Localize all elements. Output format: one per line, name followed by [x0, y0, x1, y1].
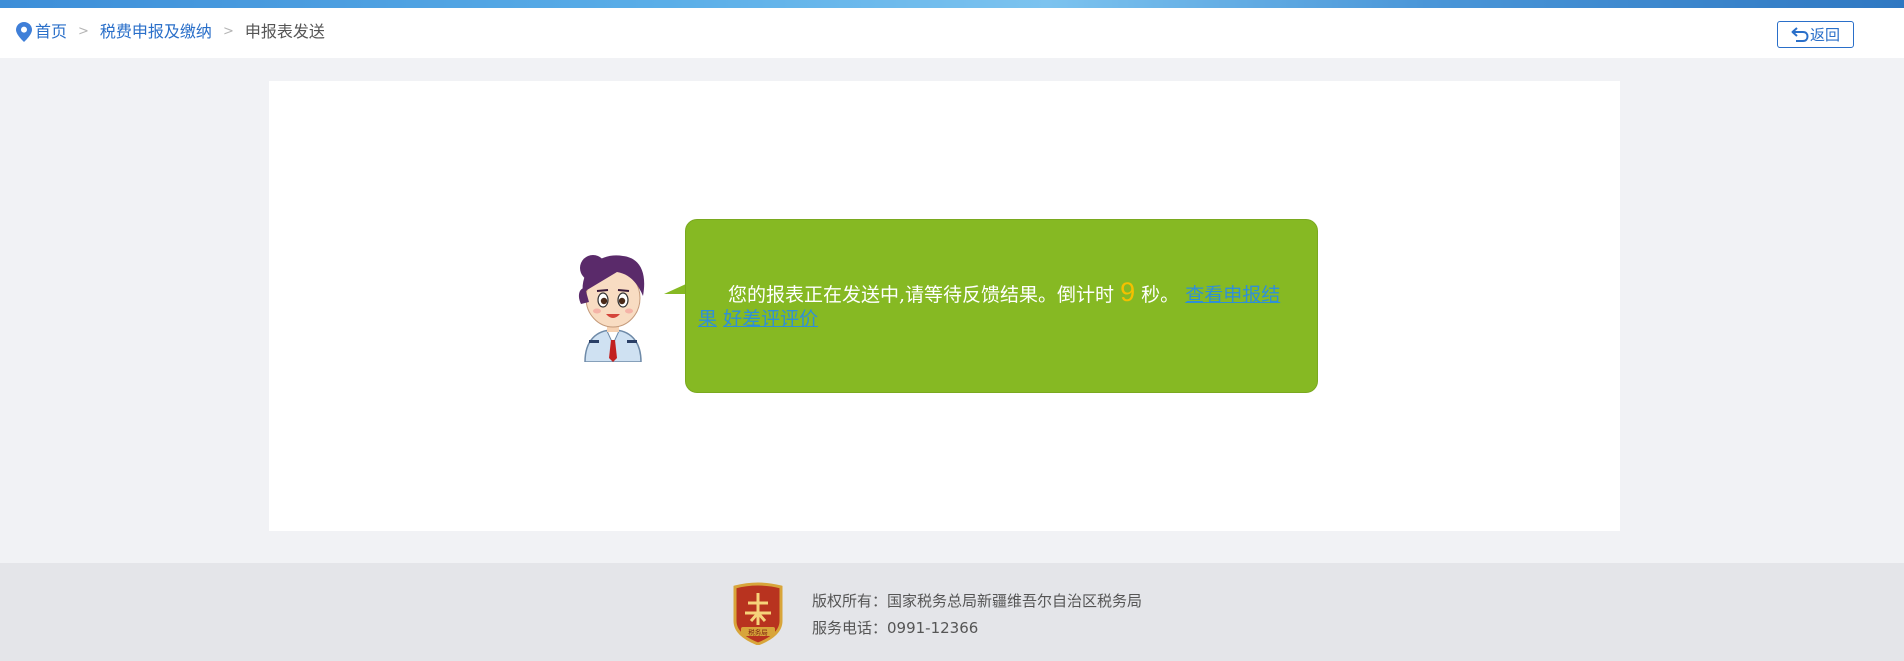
- service-phone-text: 服务电话：0991-12366: [812, 619, 979, 637]
- footer-info: 版权所有：国家税务总局新疆维吾尔自治区税务局 服务电话：0991-12366: [812, 588, 1142, 642]
- status-message: 您的报表正在发送中,请等待反馈结果。倒计时 9 秒。 查看申报结果 好差评评价: [698, 277, 1298, 331]
- countdown-seconds: 9: [1120, 277, 1136, 307]
- status-speech-bubble: 您的报表正在发送中,请等待反馈结果。倒计时 9 秒。 查看申报结果 好差评评价: [685, 219, 1318, 393]
- breadcrumb-separator: >: [78, 24, 89, 39]
- footer: 税务局 版权所有：国家税务总局新疆维吾尔自治区税务局 服务电话：0991-123…: [0, 563, 1904, 661]
- breadcrumb-tax-filing-link[interactable]: 税费申报及缴纳: [100, 22, 212, 42]
- breadcrumb-current: 申报表发送: [244, 22, 325, 41]
- status-message-text: 您的报表正在发送中,请等待反馈结果。倒计时: [728, 284, 1121, 306]
- status-message-suffix: 秒。: [1135, 284, 1186, 306]
- return-arrow-icon: [1791, 26, 1809, 42]
- top-banner: [0, 0, 1904, 8]
- evaluate-service-link[interactable]: 好差评评价: [723, 308, 818, 330]
- tax-officer-mascot-icon: [578, 255, 645, 362]
- breadcrumb-separator: >: [222, 24, 234, 39]
- breadcrumb-home-link[interactable]: 首页: [35, 22, 67, 42]
- copyright-text: 版权所有：国家税务总局新疆维吾尔自治区税务局: [812, 592, 1143, 610]
- tax-bureau-emblem-icon: 税务局: [733, 582, 783, 645]
- back-button-label: 返回: [1809, 26, 1840, 44]
- breadcrumb: 首页 > 税费申报及缴纳 > 申报表发送: [16, 22, 325, 42]
- location-pin-icon: [16, 22, 32, 42]
- back-button[interactable]: 返回: [1777, 21, 1854, 48]
- emblem-text: 税务局: [748, 628, 768, 637]
- top-bar: 首页 > 税费申报及缴纳 > 申报表发送 返回: [0, 8, 1904, 58]
- speech-bubble-tail: [664, 284, 686, 294]
